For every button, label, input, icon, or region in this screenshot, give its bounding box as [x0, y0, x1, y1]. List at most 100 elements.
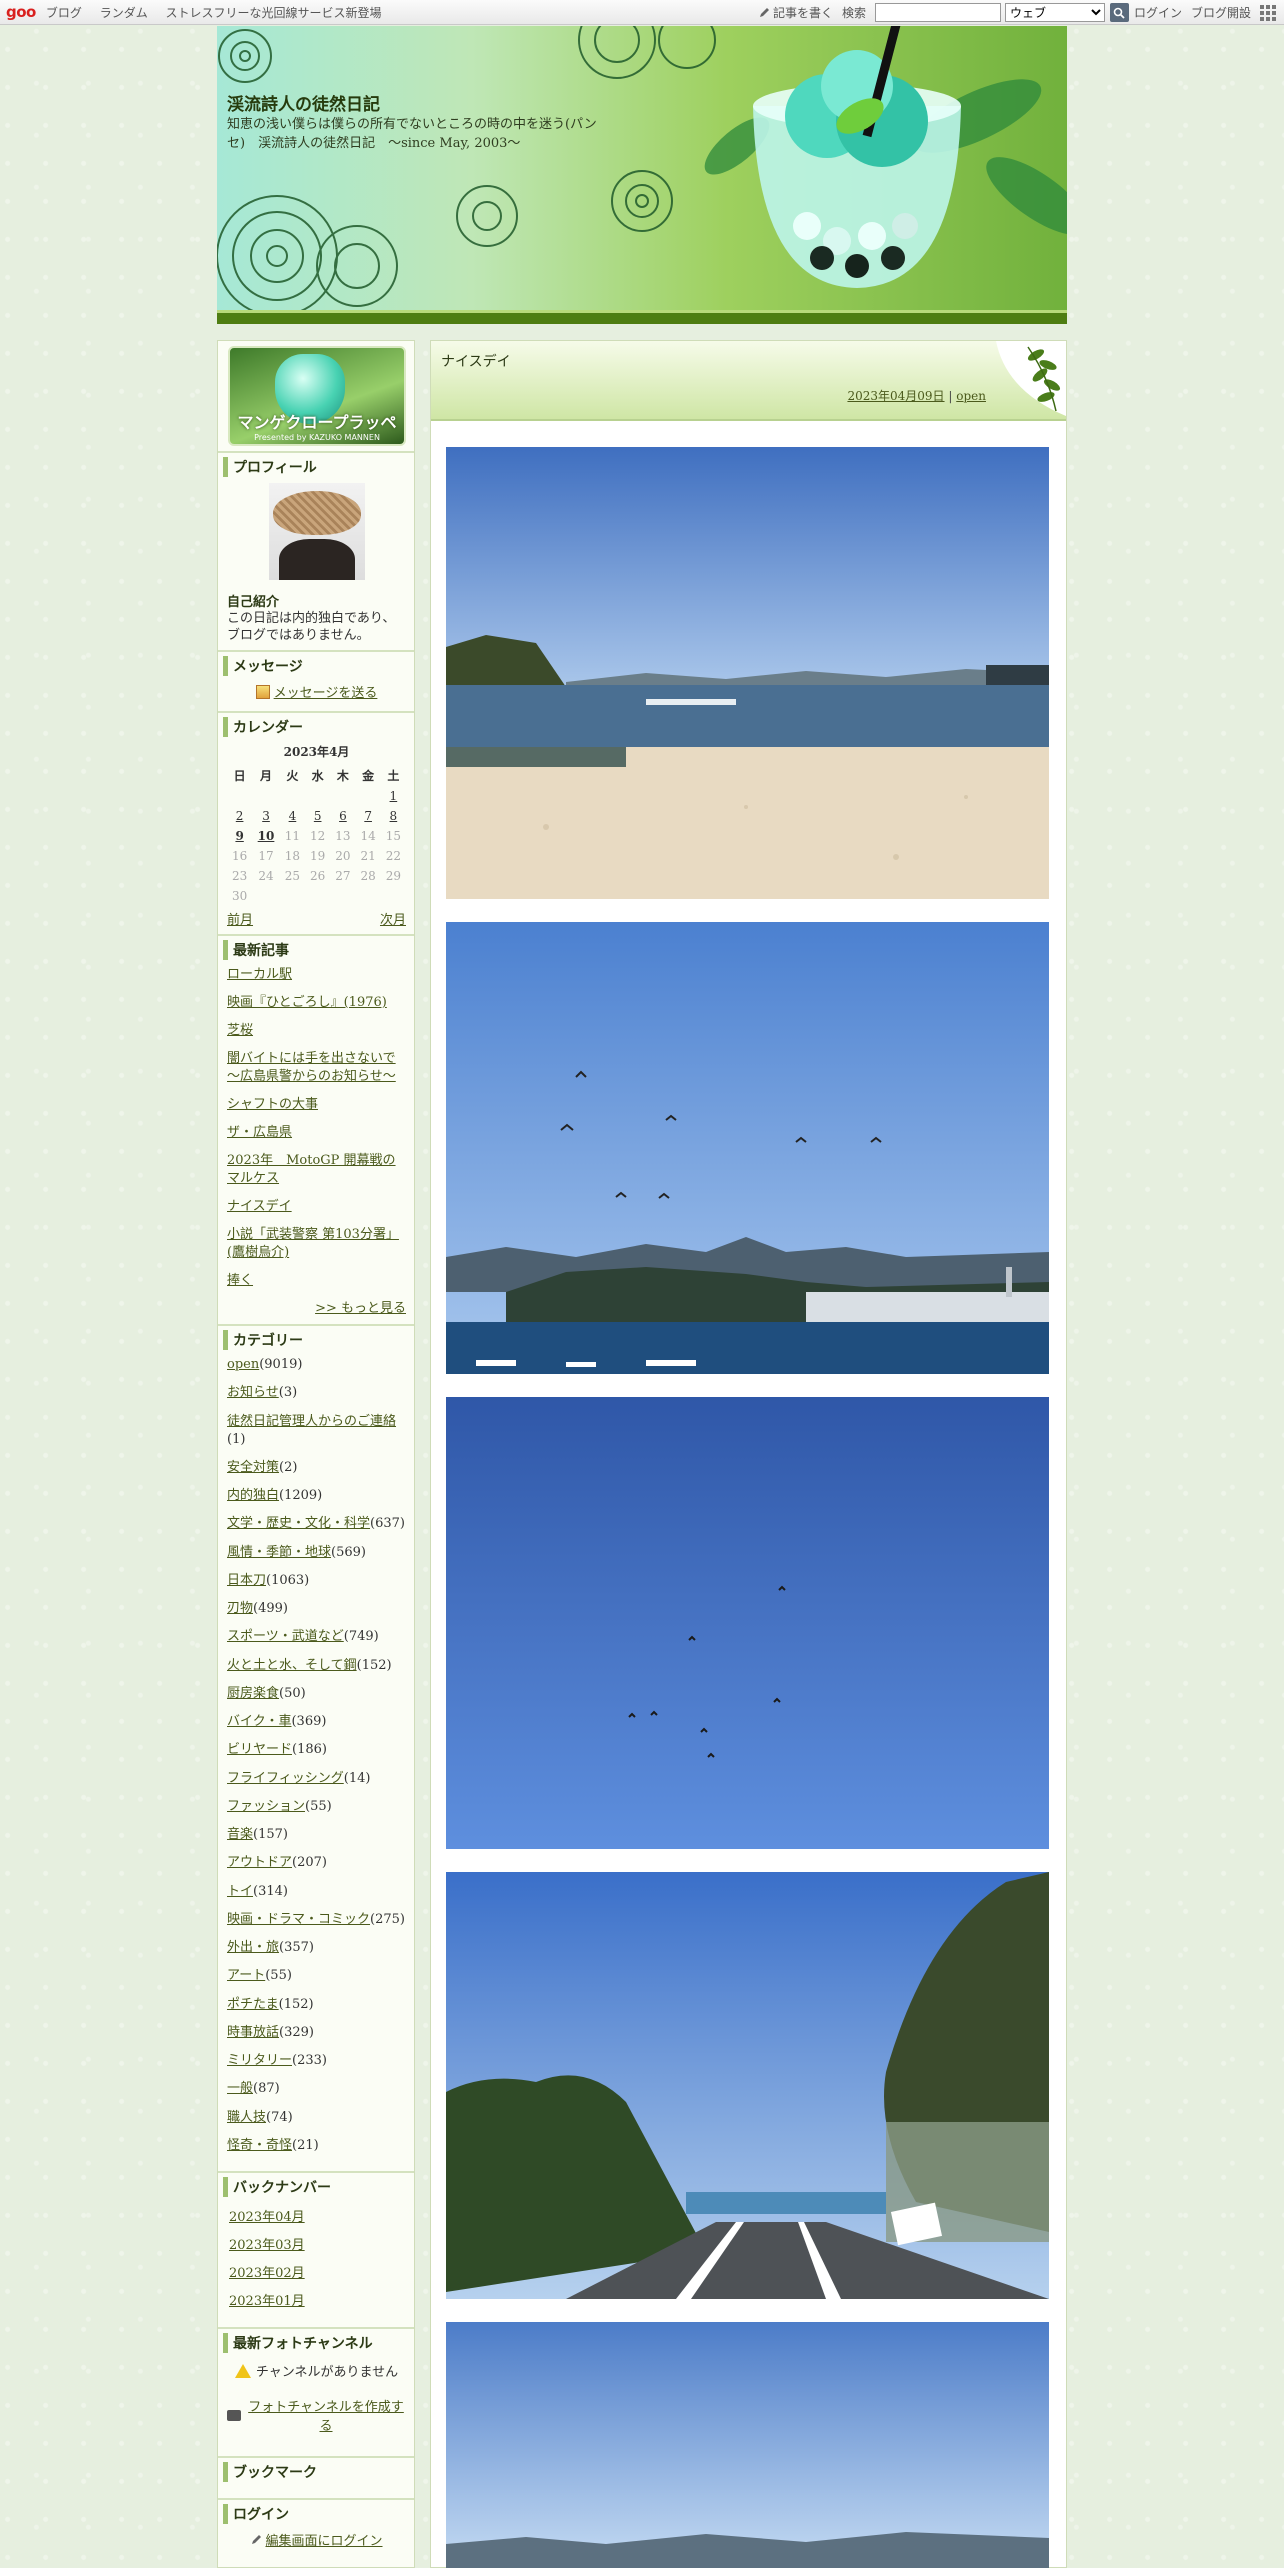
post-photo-birds-bay[interactable] [446, 922, 1049, 1374]
post-title[interactable]: ナイスデイ [441, 351, 511, 371]
recent-article-link[interactable]: 2023年 MotoGP 開幕戦のマルケス [227, 1152, 406, 1188]
calendar-day[interactable]: 6 [330, 806, 355, 826]
category-link[interactable]: 火と土と水、そして鋼 [227, 1658, 357, 1673]
login-box: ログイン 編集画面にログイン [218, 2498, 414, 2555]
goo-logo[interactable]: goo [6, 3, 36, 21]
category-count: (14) [343, 1770, 371, 1786]
search-button[interactable] [1109, 3, 1129, 22]
search-scope-select[interactable]: ウェブ [1004, 3, 1105, 22]
category-link[interactable]: 風情・季節・地球 [227, 1545, 331, 1560]
post-photo-sky[interactable] [446, 1397, 1049, 1849]
post-photo-bay-partial[interactable] [446, 2322, 1049, 2568]
post-date-link[interactable]: 2023年04月09日 [847, 389, 944, 403]
backnumber-link[interactable]: 2023年02月 [229, 2266, 305, 2281]
apps-grid-icon[interactable] [1260, 4, 1276, 21]
category-link[interactable]: 内的独白 [227, 1488, 279, 1503]
prev-month-link[interactable]: 前月 [227, 909, 253, 928]
backnumber-link[interactable]: 2023年01月 [229, 2294, 305, 2309]
recent-article-link[interactable]: 闇バイトには手を出さないで～広島県警からのお知らせ～ [227, 1050, 406, 1086]
weekday-sat: 土 [387, 768, 400, 783]
calendar-day[interactable]: 5 [305, 806, 330, 826]
recent-article-link[interactable]: ナイスデイ [227, 1198, 406, 1216]
category-count: (637) [370, 1516, 405, 1532]
category-link[interactable]: アウトドア [227, 1855, 292, 1870]
category-count: (749) [343, 1629, 379, 1645]
category-item: 火と土と水、そして鋼(152) [227, 1657, 406, 1675]
recent-article-link[interactable]: 映画『ひとごろし』(1976) [227, 994, 406, 1012]
category-item: 徒然日記管理人からのご連絡 (1) [227, 1413, 406, 1449]
search-input[interactable] [874, 3, 1001, 22]
category-link[interactable]: フライフィッシング [227, 1771, 344, 1786]
category-link[interactable]: ファッション [227, 1799, 305, 1814]
open-blog-link[interactable]: ブログ開設 [1191, 4, 1251, 21]
post-category-link[interactable]: open [956, 389, 986, 403]
category-item: 外出・旅(357) [227, 1939, 406, 1957]
recent-article-link[interactable]: ザ・広島県 [227, 1124, 406, 1142]
calendar-day[interactable]: 3 [252, 806, 280, 826]
weekday-tue: 火 [286, 768, 299, 783]
category-link[interactable]: スポーツ・武道など [227, 1629, 344, 1644]
category-count: (152) [278, 1996, 314, 2012]
category-link[interactable]: 映画・ドラマ・コミック [227, 1912, 370, 1927]
create-channel-link[interactable]: フォトチャンネルを作成する [246, 2396, 406, 2434]
nav-promo[interactable]: ストレスフリーな光回線サービス新登場 [166, 6, 382, 20]
recent-article-link[interactable]: 小説「武装警察 第103分署」(鷹樹烏介) [227, 1226, 406, 1262]
backnumber-link[interactable]: 2023年03月 [229, 2238, 305, 2253]
post-photo-beach[interactable] [446, 447, 1049, 899]
recent-article-link[interactable]: 芝桜 [227, 1022, 406, 1040]
category-link[interactable]: バイク・車 [227, 1714, 291, 1729]
calendar-day[interactable]: 4 [280, 806, 305, 826]
next-month-link[interactable]: 次月 [380, 909, 406, 928]
more-articles-link[interactable]: >> もっと見る [315, 1301, 406, 1316]
calendar-day[interactable]: 9 [227, 826, 252, 846]
category-link[interactable]: ミリタリー [227, 2053, 292, 2068]
category-link[interactable]: 日本刀 [227, 1573, 266, 1588]
login-link[interactable]: ログイン [1134, 4, 1182, 21]
editor-login-link[interactable]: 編集画面にログイン [265, 2530, 382, 2549]
sidebar-banner[interactable]: マンゲクロープラッペ Presented by KAZUKO MANNEN [228, 346, 406, 446]
calendar-day[interactable]: 10 [252, 826, 280, 846]
category-link[interactable]: open [227, 1357, 259, 1372]
recent-article-link[interactable]: ローカル駅 [227, 966, 406, 984]
category-link[interactable]: ポチたま [227, 1997, 279, 2012]
calendar-day[interactable]: 1 [381, 786, 406, 806]
calendar-day[interactable]: 8 [381, 806, 406, 826]
category-link[interactable]: ビリヤード [227, 1742, 292, 1757]
category-item: バイク・車(369) [227, 1713, 406, 1731]
photo-channel-box: 最新フォトチャンネル チャンネルがありません フォトチャンネルを作成する [218, 2327, 414, 2456]
blog-title[interactable]: 渓流詩人の徒然日記 [227, 90, 380, 115]
category-link[interactable]: 安全対策 [227, 1460, 279, 1475]
category-link[interactable]: 職人技 [227, 2110, 266, 2125]
post-photo-road[interactable] [446, 1872, 1049, 2299]
category-link[interactable]: アート [227, 1968, 265, 1983]
category-link[interactable]: 外出・旅 [227, 1940, 279, 1955]
category-link[interactable]: 厨房楽食 [227, 1686, 279, 1701]
category-link[interactable]: 文学・歴史・文化・科学 [227, 1516, 370, 1531]
category-link[interactable]: 徒然日記管理人からのご連絡 [227, 1414, 396, 1429]
category-link[interactable]: トイ [227, 1884, 253, 1899]
send-message-link[interactable]: メッセージを送る [274, 682, 378, 701]
category-count: (9019) [259, 1357, 303, 1372]
category-count: (152) [356, 1657, 392, 1673]
category-link[interactable]: 時事放話 [227, 2025, 279, 2040]
category-item: お知らせ(3) [227, 1384, 406, 1402]
category-item: 職人技(74) [227, 2109, 406, 2127]
backnumber-link[interactable]: 2023年04月 [229, 2210, 305, 2225]
category-link[interactable]: 怪奇・奇怪 [227, 2138, 292, 2153]
write-article-link[interactable]: 記事を書く [758, 4, 833, 21]
calendar-day[interactable]: 7 [356, 806, 381, 826]
message-box: メッセージ メッセージを送る [218, 650, 414, 711]
category-link[interactable]: 音楽 [227, 1827, 253, 1842]
category-item: 文学・歴史・文化・科学(637) [227, 1515, 406, 1533]
nav-random[interactable]: ランダム [100, 6, 148, 20]
post-meta-separator: | [948, 389, 953, 403]
recent-article-link[interactable]: 捧く [227, 1272, 406, 1290]
category-link[interactable]: 一般 [227, 2081, 253, 2096]
calendar-day[interactable]: 2 [227, 806, 252, 826]
category-link[interactable]: 刃物 [227, 1601, 253, 1616]
login-row: 編集画面にログイン [227, 2530, 406, 2549]
recent-article-link[interactable]: シャフトの大事 [227, 1096, 406, 1114]
nav-blog[interactable]: ブログ [46, 6, 82, 20]
category-link[interactable]: お知らせ [227, 1385, 279, 1400]
category-count: (21) [292, 2137, 319, 2153]
